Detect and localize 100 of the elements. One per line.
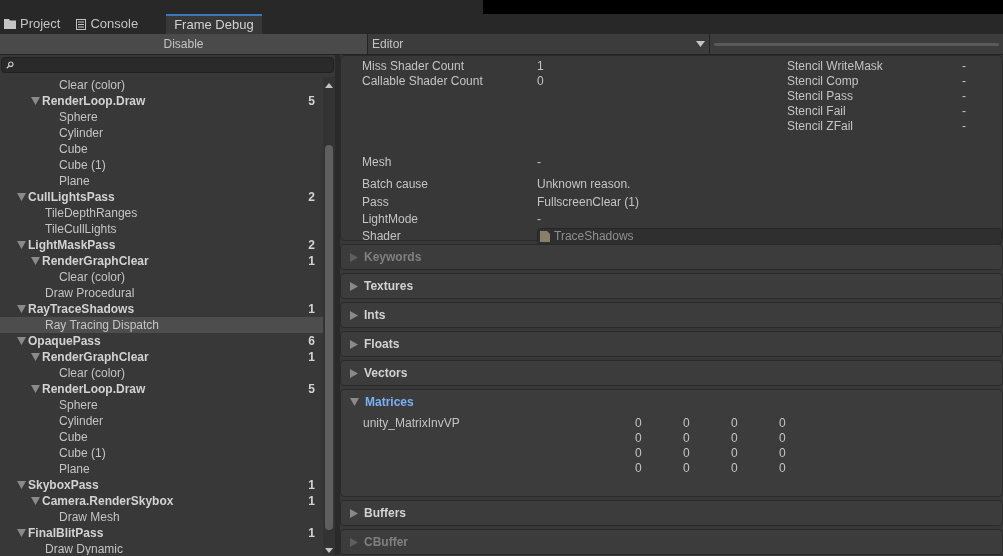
property-value: FullscreenClear (1) — [537, 194, 640, 211]
expanded-arrow-icon — [31, 385, 40, 393]
section-header[interactable]: Vectors — [341, 361, 1002, 385]
matrix-value: 0 — [683, 415, 691, 429]
tree-item[interactable]: OpaquePass 6 — [0, 333, 323, 349]
matrix-value: 0 — [779, 430, 787, 444]
collapsed-arrow-icon — [350, 252, 358, 262]
matrix-value: 0 — [635, 415, 643, 429]
matrix-value: 0 — [779, 445, 787, 459]
property-label: Stencil Comp — [787, 73, 860, 87]
tree-item[interactable]: RayTraceShadows 1 — [0, 301, 323, 317]
property-value: - — [962, 73, 966, 87]
tab[interactable]: Project — [0, 14, 65, 34]
tree-item[interactable]: Cylinder — [0, 413, 323, 429]
tree-item[interactable]: SkyboxPass 1 — [0, 477, 323, 493]
tree-item[interactable]: Plane — [0, 173, 323, 189]
tree-item[interactable]: Ray Tracing Dispatch — [0, 317, 323, 333]
expanded-arrow-icon — [17, 305, 26, 313]
collapsed-arrow-icon — [350, 310, 358, 320]
tree-item[interactable]: Cube (1) — [0, 157, 323, 173]
tree-item[interactable]: RenderLoop.Draw 5 — [0, 381, 323, 397]
tree-item[interactable]: Sphere — [0, 109, 323, 125]
property-value: - — [962, 103, 966, 117]
matrix-value: 0 — [731, 430, 739, 444]
expanded-arrow-icon — [350, 398, 359, 406]
property-value: 0 — [537, 73, 544, 87]
matrix-value: 0 — [635, 445, 643, 459]
scroll-up-icon — [325, 83, 333, 88]
property-label: Pass — [362, 194, 390, 211]
folder-icon — [4, 19, 16, 29]
tree-item[interactable]: Plane — [0, 461, 323, 477]
section-header: Keywords — [341, 245, 1002, 269]
matrix-value: 0 — [779, 460, 787, 474]
section-header[interactable]: Textures — [341, 274, 1002, 298]
tree-item[interactable]: Clear (color) — [0, 365, 323, 381]
property-label: Callable Shader Count — [362, 73, 484, 87]
matrix-value: 0 — [683, 445, 691, 459]
property-value: - — [962, 58, 966, 72]
property-value: 1 — [537, 58, 544, 72]
expanded-arrow-icon — [31, 97, 40, 105]
tree-item[interactable]: LightMaskPass 2 — [0, 237, 323, 253]
scroll-down-icon — [325, 548, 333, 553]
tree-item[interactable]: TileDepthRanges — [0, 205, 323, 221]
property-value: - — [537, 154, 541, 171]
property-label: LightMode — [362, 210, 420, 228]
matrix-value: 0 — [683, 430, 691, 444]
property-value: - — [962, 118, 966, 132]
tree-item[interactable]: Cube — [0, 429, 323, 445]
tree-item[interactable]: Draw Procedural — [0, 285, 323, 301]
section-header[interactable]: Ints — [341, 303, 1002, 327]
search-icon — [6, 61, 14, 69]
collapsed-arrow-icon — [350, 368, 358, 378]
property-label: Batch cause — [362, 176, 430, 193]
tree-item[interactable]: Draw Mesh — [0, 509, 323, 525]
matrix-value: 0 — [635, 460, 643, 474]
expanded-arrow-icon — [17, 193, 26, 201]
tree-item[interactable]: Sphere — [0, 397, 323, 413]
tree-item[interactable]: TileCullLights — [0, 221, 323, 237]
property-value: - — [962, 88, 966, 102]
tree-item[interactable]: Cube (1) — [0, 445, 323, 461]
property-label: Stencil WriteMask — [787, 58, 884, 72]
property-label: Miss Shader Count — [362, 58, 466, 72]
tree-item[interactable]: Camera.RenderSkybox 1 — [0, 493, 323, 509]
tree-item[interactable]: Clear (color) — [0, 269, 323, 285]
shader-field[interactable]: TraceShadows — [537, 227, 1002, 245]
tree-item[interactable]: Cylinder — [0, 125, 323, 141]
collapsed-arrow-icon — [350, 339, 358, 349]
tree-item[interactable]: Cube — [0, 141, 323, 157]
matrix-value: 0 — [731, 460, 739, 474]
disable-button[interactable]: Disable — [0, 34, 368, 54]
tab[interactable]: Frame Debug — [166, 14, 262, 34]
matrix-value: 0 — [731, 445, 739, 459]
scrollbar[interactable] — [323, 77, 335, 555]
property-value: - — [537, 210, 541, 228]
caret-icon — [696, 41, 705, 47]
collapsed-arrow-icon — [350, 537, 358, 547]
shader-file-icon — [540, 230, 550, 242]
property-label: Mesh — [362, 154, 393, 171]
matrix-value: 0 — [731, 415, 739, 429]
tree-item[interactable]: FinalBlitPass 1 — [0, 525, 323, 541]
tree-item[interactable]: RenderGraphClear 1 — [0, 253, 323, 269]
section-header[interactable]: Buffers — [341, 501, 1002, 525]
search-field[interactable] — [1, 57, 334, 73]
tree-item[interactable]: CullLightsPass 2 — [0, 189, 323, 205]
tree-item[interactable]: RenderLoop.Draw 5 — [0, 93, 323, 109]
property-label: Shader — [362, 228, 402, 245]
property-label: Stencil Fail — [787, 103, 847, 117]
property-label: Stencil Pass — [787, 88, 855, 102]
tree-item[interactable]: RenderGraphClear 1 — [0, 349, 323, 365]
tab[interactable]: Console — [72, 14, 143, 34]
console-icon — [76, 18, 87, 30]
property-value: Unknown reason. — [537, 176, 631, 193]
section-header: CBuffer — [341, 530, 1002, 554]
tree-item[interactable]: Clear (color) — [0, 77, 323, 93]
section-header[interactable]: Matrices — [341, 390, 1002, 414]
matrix-value: 0 — [779, 415, 787, 429]
section-header[interactable]: Floats — [341, 332, 1002, 356]
expanded-arrow-icon — [17, 529, 26, 537]
property-label: Stencil ZFail — [787, 118, 855, 132]
tree-item[interactable]: Draw Dynamic — [0, 541, 323, 555]
